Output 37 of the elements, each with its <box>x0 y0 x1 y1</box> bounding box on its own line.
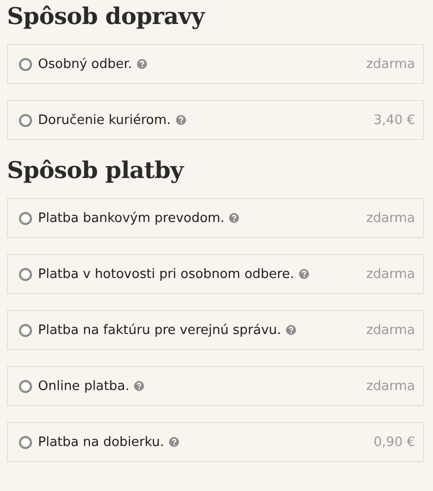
radio-button[interactable] <box>19 58 32 70</box>
option-row[interactable]: Doručenie kuriérom. 3,40 € <box>7 100 424 140</box>
option-label: Doručenie kuriérom. <box>38 112 171 128</box>
option-label: Osobný odber. <box>38 56 132 72</box>
option-label: Online platba. <box>38 378 130 394</box>
option-price: zdarma <box>366 56 415 72</box>
option-row[interactable]: Platba na faktúru pre verejnú správu. zdarma <box>7 310 424 350</box>
option-label: Platba bankovým prevodom. <box>38 210 224 226</box>
section-heading: Spôsob platby <box>7 156 186 186</box>
option-price: zdarma <box>366 322 415 338</box>
help-icon[interactable] <box>134 381 144 391</box>
radio-button[interactable] <box>19 114 32 126</box>
radio-button[interactable] <box>19 436 32 448</box>
option-row[interactable]: Online platba. zdarma <box>7 366 424 406</box>
option-row[interactable]: Platba bankovým prevodom. zdarma <box>7 198 424 238</box>
section-heading: Spôsob dopravy <box>7 2 206 32</box>
help-icon[interactable] <box>299 269 310 279</box>
option-row[interactable]: Platba v hotovosti pri osobnom odbere. zdarma <box>7 254 424 294</box>
radio-button[interactable] <box>19 380 32 392</box>
radio-button[interactable] <box>19 212 32 224</box>
help-icon[interactable] <box>176 115 186 125</box>
option-label: Platba na dobierku. <box>38 434 164 450</box>
option-label: Platba v hotovosti pri osobnom odbere. <box>38 266 294 282</box>
option-price: zdarma <box>366 266 415 282</box>
help-icon[interactable] <box>137 59 148 69</box>
option-row[interactable]: Platba na dobierku. 0,90 € <box>7 422 424 462</box>
option-label: Platba na faktúru pre verejnú správu. <box>38 322 282 338</box>
option-price: 3,40 € <box>374 112 415 128</box>
option-price: zdarma <box>366 210 415 226</box>
option-price: zdarma <box>366 378 415 394</box>
help-icon[interactable] <box>286 325 296 335</box>
radio-button[interactable] <box>19 324 32 336</box>
help-icon[interactable] <box>169 437 180 447</box>
option-price: 0,90 € <box>374 434 415 450</box>
option-row[interactable]: Osobný odber. zdarma <box>7 44 424 84</box>
help-icon[interactable] <box>229 213 240 223</box>
radio-button[interactable] <box>19 268 32 280</box>
